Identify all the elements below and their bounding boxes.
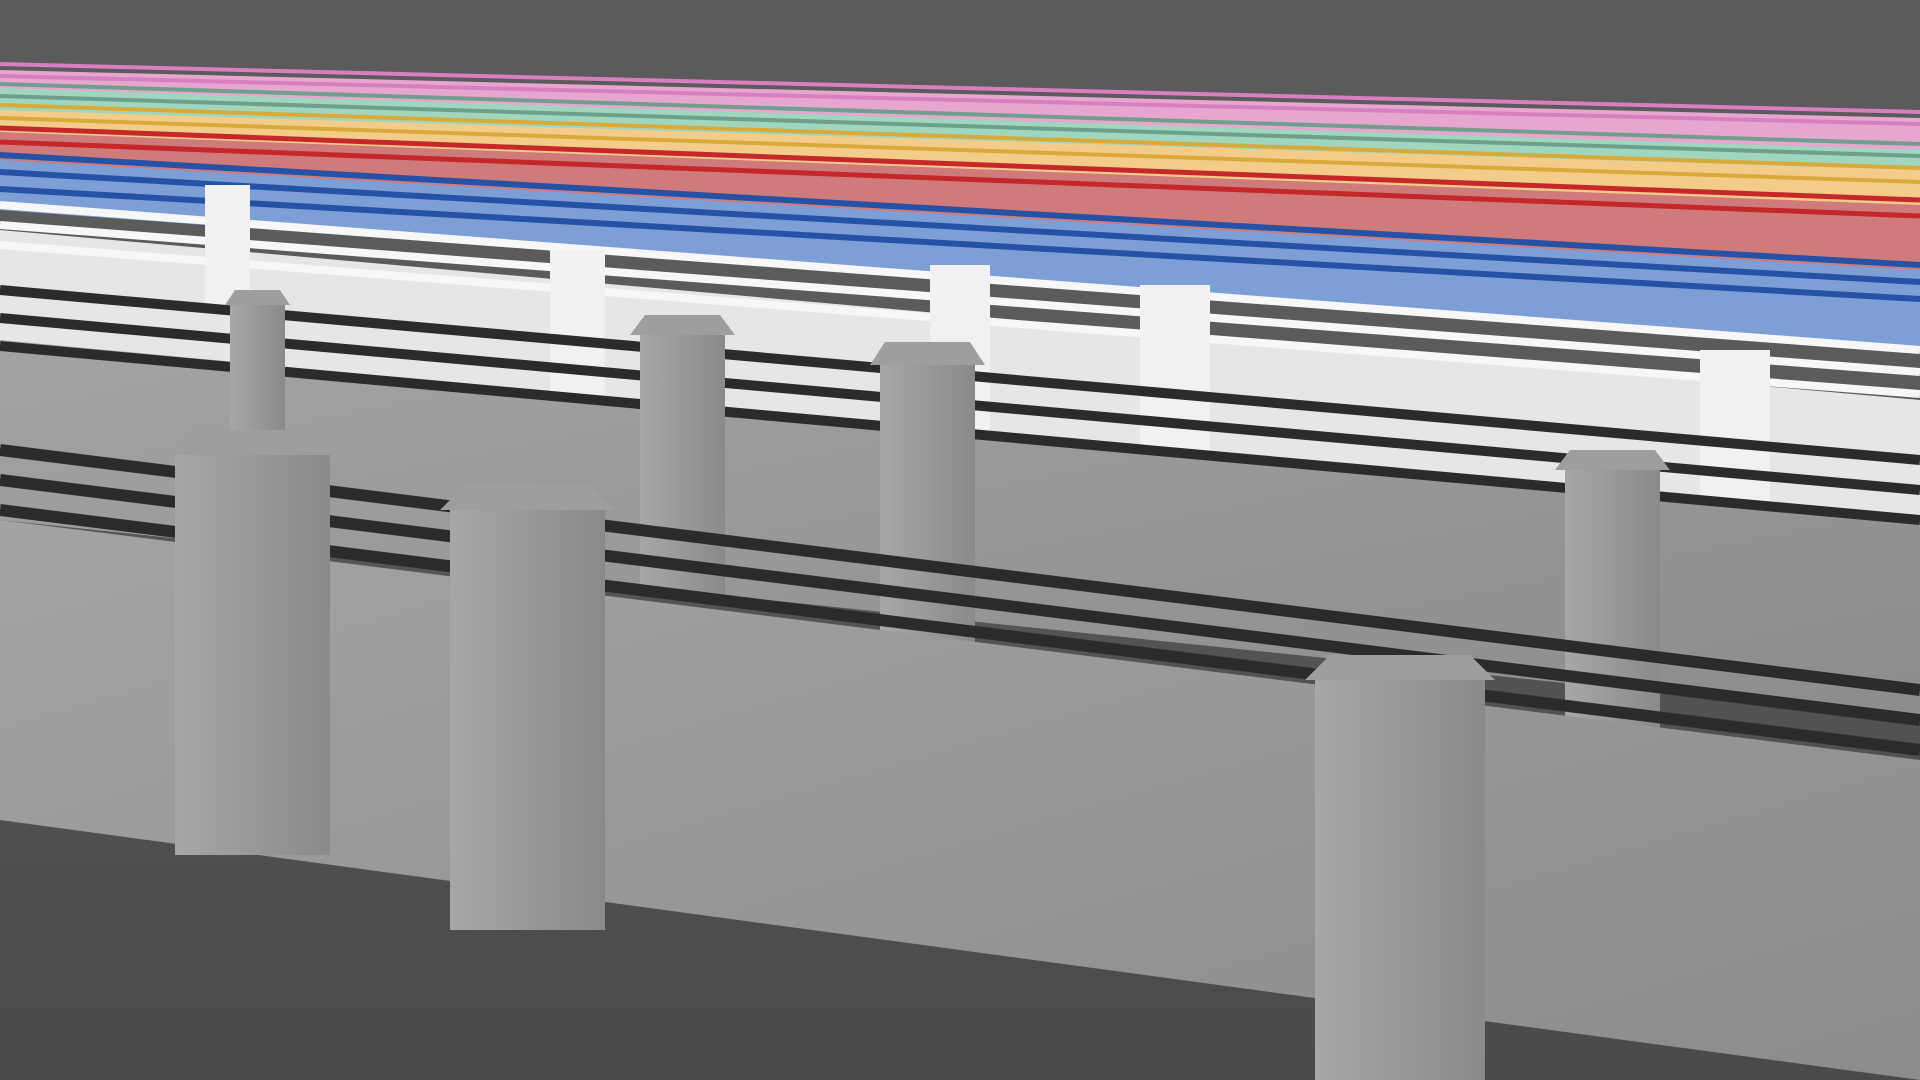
fence-rows-render bbox=[0, 0, 1920, 1080]
